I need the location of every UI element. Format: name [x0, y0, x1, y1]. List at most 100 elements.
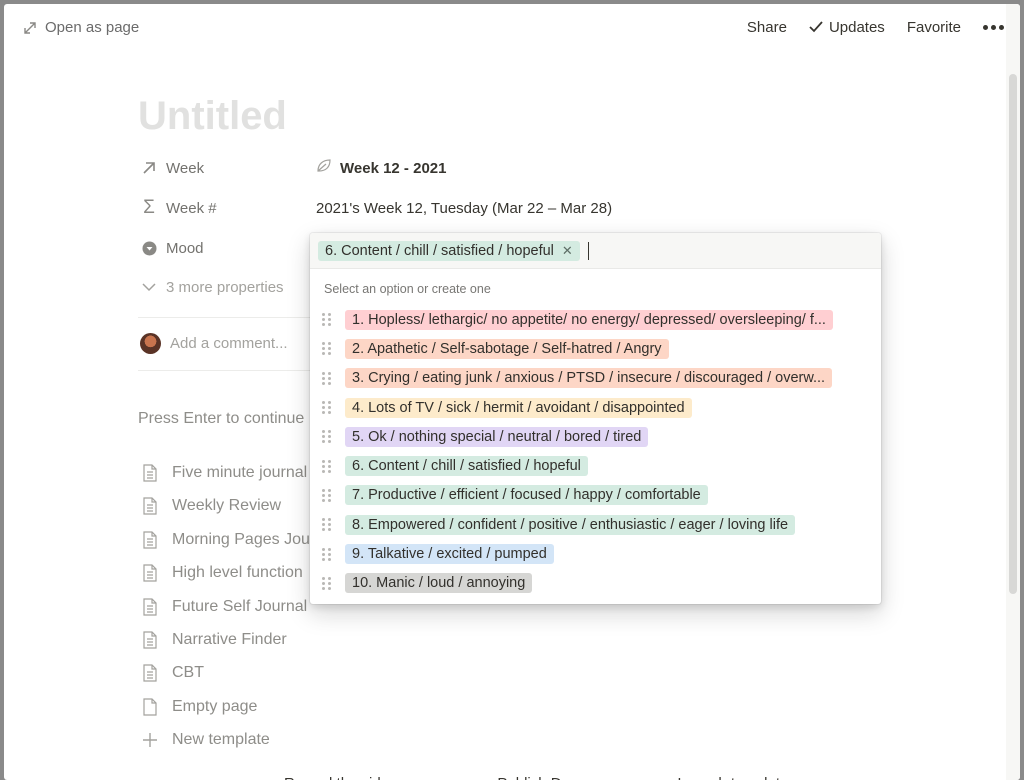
- drag-handle-icon[interactable]: [322, 459, 332, 473]
- mood-option[interactable]: 2. Apathetic / Self-sabotage / Self-hatr…: [310, 334, 881, 363]
- divider: [138, 370, 314, 371]
- background-card-label: Publish Day: [497, 770, 577, 780]
- page-empty-icon: [140, 697, 160, 717]
- favorite-label: Favorite: [906, 18, 961, 36]
- open-as-page-label: Open as page: [45, 19, 140, 36]
- mood-option-label: 4. Lots of TV / sick / hermit / avoidant…: [345, 397, 692, 418]
- property-label: Week #: [166, 199, 217, 217]
- property-value[interactable]: Week 12 - 2021: [316, 159, 446, 177]
- drag-handle-icon[interactable]: [322, 488, 332, 502]
- topbar: Open as page Share Updates Favorite: [4, 4, 1020, 52]
- drag-handle-icon[interactable]: [322, 518, 332, 532]
- share-button[interactable]: Share: [747, 19, 787, 36]
- property-label: Mood: [166, 239, 204, 257]
- arrow-up-right-icon: [140, 159, 158, 177]
- new-template-button[interactable]: New template: [140, 730, 270, 750]
- check-icon: [809, 21, 823, 33]
- template-item[interactable]: High level function: [140, 563, 303, 583]
- mood-option[interactable]: 9. Talkative / excited / pumped: [310, 539, 881, 568]
- property-label: Week: [166, 159, 205, 177]
- mood-option-label: 3. Crying / eating junk / anxious / PTSD…: [345, 368, 833, 389]
- template-item[interactable]: Five minute journal: [140, 463, 307, 483]
- mood-option[interactable]: 4. Lots of TV / sick / hermit / avoidant…: [310, 393, 881, 422]
- drag-handle-icon[interactable]: [322, 401, 332, 415]
- more-properties: 3 more properties: [140, 278, 316, 296]
- selected-mood-label: 6. Content / chill / satisfied / hopeful: [325, 242, 554, 259]
- page-text-icon: [140, 663, 160, 683]
- week-link[interactable]: Week 12 - 2021: [340, 160, 446, 177]
- expand-icon: [24, 21, 36, 34]
- mood-select-input[interactable]: 6. Content / chill / satisfied / hopeful…: [310, 233, 881, 269]
- text-cursor: [587, 241, 589, 260]
- mood-option-label: 5. Ok / nothing special / neutral / bore…: [345, 426, 649, 447]
- template-label: High level function: [172, 564, 303, 581]
- page-text-icon: [140, 463, 160, 483]
- property-week-number[interactable]: Σ Week # 2021's Week 12, Tuesday (Mar 22…: [140, 196, 612, 220]
- comment-input[interactable]: Add a comment...: [140, 333, 288, 354]
- mood-option[interactable]: 10. Manic / loud / annoying: [310, 569, 881, 598]
- drag-handle-icon[interactable]: [322, 547, 332, 561]
- scrollbar-thumb[interactable]: [1009, 74, 1017, 594]
- template-label: Five minute journal: [172, 464, 308, 481]
- press-enter-hint: Press Enter to continue: [138, 410, 305, 427]
- property-name: Σ Week #: [140, 197, 316, 218]
- open-as-page-button[interactable]: Open as page: [23, 19, 139, 36]
- page-text-icon: [140, 597, 160, 617]
- select-icon: [140, 239, 158, 257]
- drag-handle-icon[interactable]: [322, 371, 332, 385]
- leaf-icon: [316, 159, 332, 177]
- mood-option[interactable]: 3. Crying / eating junk / anxious / PTSD…: [310, 364, 881, 393]
- template-item[interactable]: CBT: [140, 663, 204, 683]
- drag-handle-icon[interactable]: [322, 576, 332, 590]
- property-value: 2021's Week 12, Tuesday (Mar 22 – Mar 28…: [316, 200, 612, 217]
- template-item[interactable]: Morning Pages Journal: [140, 530, 337, 550]
- property-name: Mood: [140, 239, 316, 257]
- week-number-value: 2021's Week 12, Tuesday (Mar 22 – Mar 28…: [316, 199, 613, 217]
- more-properties-toggle[interactable]: 3 more properties: [140, 275, 316, 299]
- more-properties-label: 3 more properties: [166, 278, 284, 296]
- template-item[interactable]: Future Self Journal: [140, 597, 307, 617]
- drag-handle-icon[interactable]: [322, 342, 332, 356]
- background-card-label: Launch template: [677, 770, 788, 780]
- mood-option-label: 8. Empowered / confident / positive / en…: [345, 514, 796, 535]
- mood-option[interactable]: 7. Productive / efficient / focused / ha…: [310, 481, 881, 510]
- template-label: New template: [172, 731, 270, 748]
- plus-icon: [140, 730, 160, 750]
- more-options-icon[interactable]: [983, 18, 1004, 36]
- mood-option-label: 1. Hopless/ lethargic/ no appetite/ no e…: [345, 309, 833, 330]
- updates-button[interactable]: Updates: [809, 19, 885, 36]
- share-label: Share: [746, 18, 787, 36]
- page-title[interactable]: Untitled: [138, 94, 287, 139]
- template-item[interactable]: Empty page: [140, 697, 257, 717]
- scrollbar-track[interactable]: [1006, 4, 1020, 780]
- property-mood[interactable]: Mood: [140, 236, 316, 260]
- template-item[interactable]: Weekly Review: [140, 496, 281, 516]
- drag-handle-icon[interactable]: [322, 313, 332, 327]
- background-card-label: Record the video: [284, 770, 397, 780]
- drag-handle-icon[interactable]: [322, 430, 332, 444]
- top-actions: Share Updates Favorite: [747, 18, 1004, 36]
- template-label: Narrative Finder: [172, 631, 287, 648]
- favorite-button[interactable]: Favorite: [907, 19, 961, 36]
- page-text-icon: [140, 630, 160, 650]
- page-text-icon: [140, 530, 160, 550]
- background-board-cards: Record the video Publish Day Launch temp…: [284, 770, 788, 780]
- chevron-down-icon: [140, 278, 158, 296]
- property-week[interactable]: Week Week 12 - 2021: [140, 156, 446, 180]
- mood-option[interactable]: 1. Hopless/ lethargic/ no appetite/ no e…: [310, 305, 881, 334]
- remove-icon[interactable]: ✕: [562, 243, 573, 259]
- select-hint: Select an option or create one: [324, 282, 491, 296]
- page-modal: Open as page Share Updates Favorite Unti…: [4, 4, 1020, 780]
- property-name: Week: [140, 159, 316, 177]
- mood-option-label: 9. Talkative / excited / pumped: [345, 544, 554, 565]
- mood-option[interactable]: 8. Empowered / confident / positive / en…: [310, 510, 881, 539]
- sigma-icon: Σ: [143, 197, 155, 218]
- selected-mood-chip: 6. Content / chill / satisfied / hopeful…: [318, 240, 580, 261]
- mood-option[interactable]: 5. Ok / nothing special / neutral / bore…: [310, 422, 881, 451]
- template-label: Future Self Journal: [172, 598, 308, 615]
- template-item[interactable]: Narrative Finder: [140, 630, 287, 650]
- template-label: Weekly Review: [172, 497, 282, 514]
- mood-option[interactable]: 6. Content / chill / satisfied / hopeful: [310, 451, 881, 480]
- updates-label: Updates: [828, 18, 885, 36]
- page-text-icon: [140, 563, 160, 583]
